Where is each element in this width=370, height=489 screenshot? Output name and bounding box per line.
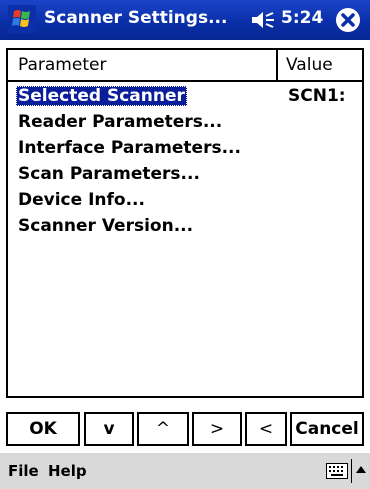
- list-item[interactable]: Reader Parameters...: [8, 110, 362, 136]
- ok-button[interactable]: OK: [6, 412, 80, 446]
- list-item[interactable]: Scan Parameters...: [8, 162, 362, 188]
- list-item-label: Scan Parameters...: [18, 164, 200, 184]
- cancel-button[interactable]: Cancel: [290, 412, 364, 446]
- close-icon[interactable]: [334, 6, 362, 34]
- keyboard-icon[interactable]: [326, 463, 348, 479]
- left-button[interactable]: <: [245, 412, 287, 446]
- list-item-label: Device Info...: [18, 190, 145, 210]
- title-bar: Scanner Settings... 5:24: [0, 0, 370, 40]
- menu-separator: [351, 459, 352, 483]
- menu-help[interactable]: Help: [48, 462, 87, 480]
- list-item[interactable]: Interface Parameters...: [8, 136, 362, 162]
- list-item-value: SCN1:: [288, 86, 346, 106]
- menu-file[interactable]: File: [8, 462, 39, 480]
- list-header: Parameter Value: [8, 50, 362, 82]
- clock[interactable]: 5:24: [281, 8, 323, 28]
- down-button[interactable]: v: [84, 412, 134, 446]
- list-item[interactable]: Device Info...: [8, 188, 362, 214]
- arrow-up-icon[interactable]: [355, 463, 367, 477]
- column-header-parameter[interactable]: Parameter: [8, 50, 278, 80]
- right-button[interactable]: >: [192, 412, 242, 446]
- parameter-list[interactable]: Parameter Value Selected Scanner SCN1: R…: [6, 48, 364, 398]
- column-header-value-label: Value: [286, 55, 333, 75]
- list-item-label: Selected Scanner: [16, 86, 187, 106]
- column-header-value[interactable]: Value: [278, 50, 362, 80]
- windows-flag-icon[interactable]: [8, 5, 36, 33]
- button-bar: OK v ^ > < Cancel: [6, 412, 364, 448]
- list-item[interactable]: Selected Scanner SCN1:: [8, 84, 362, 110]
- speaker-icon[interactable]: [250, 10, 276, 30]
- list-item-label: Scanner Version...: [18, 216, 194, 236]
- list-item-label: Interface Parameters...: [18, 138, 241, 158]
- column-header-parameter-label: Parameter: [18, 55, 107, 75]
- menu-bar: File Help: [0, 452, 370, 489]
- list-item[interactable]: Scanner Version...: [8, 214, 362, 240]
- window-title: Scanner Settings...: [44, 8, 228, 28]
- list-item-label: Reader Parameters...: [18, 112, 223, 132]
- up-button[interactable]: ^: [137, 412, 189, 446]
